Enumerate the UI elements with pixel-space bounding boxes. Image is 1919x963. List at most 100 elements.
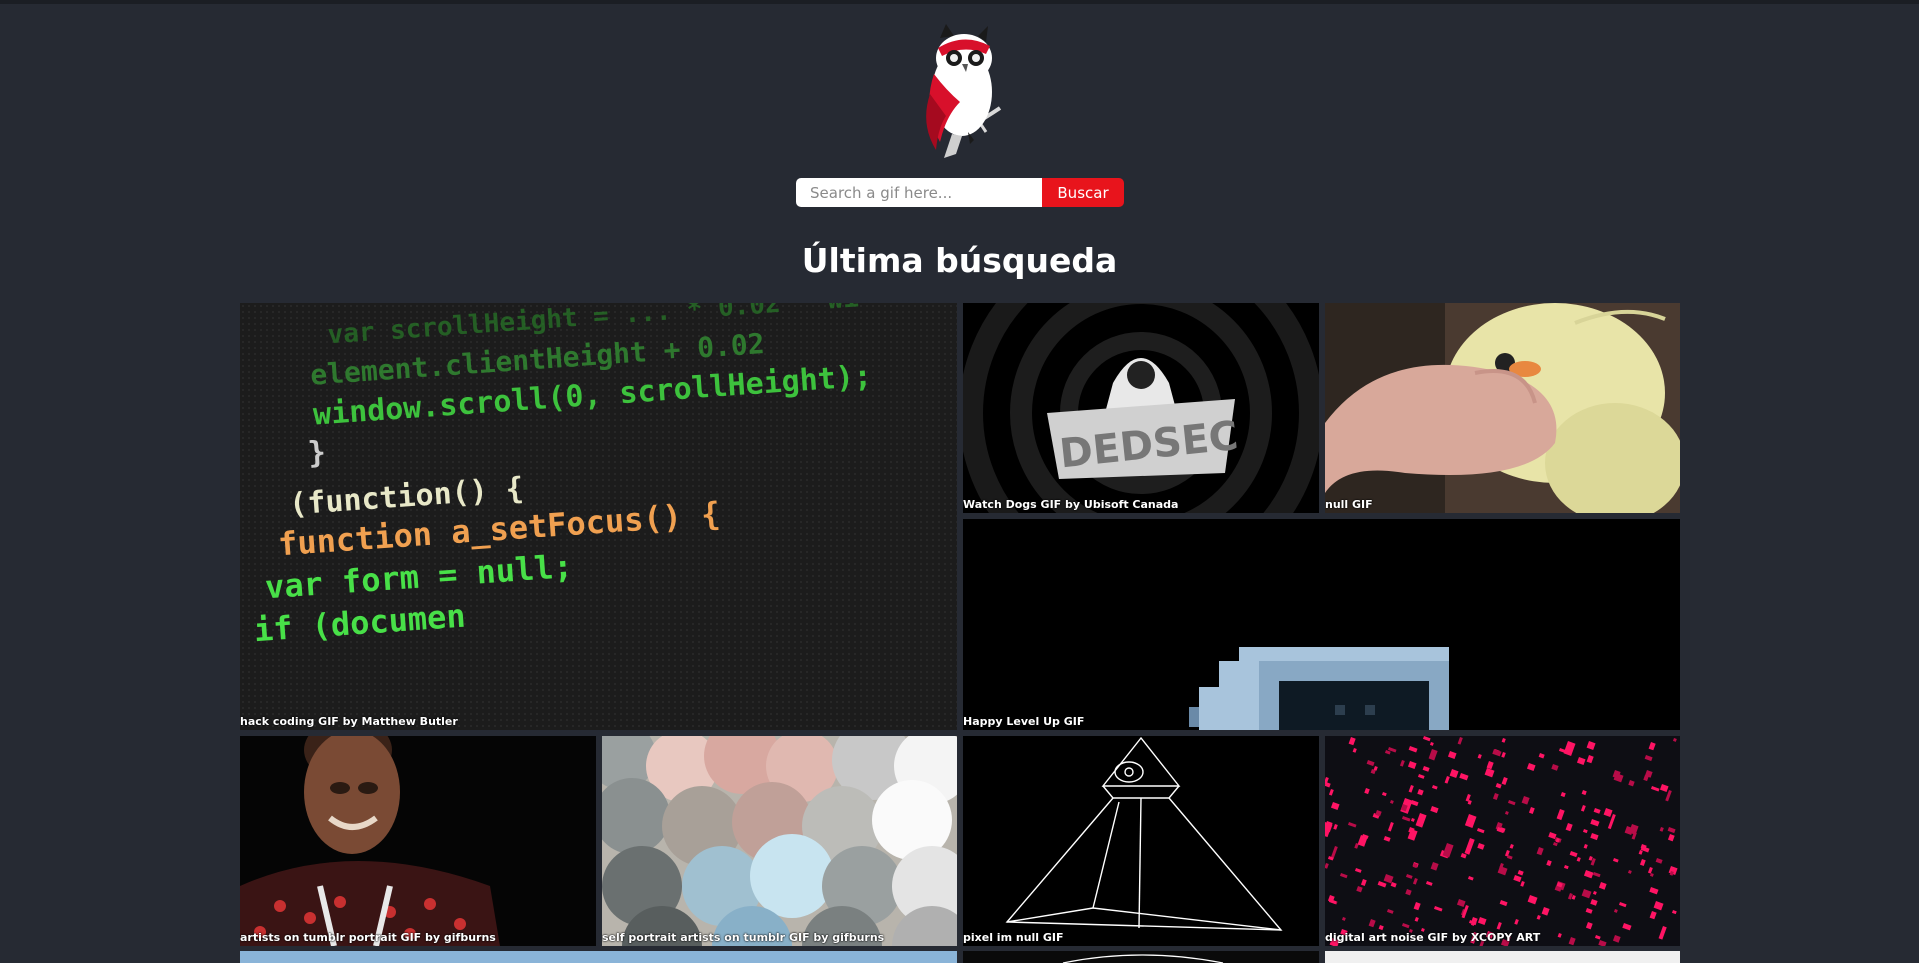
- gif-image: [1062, 954, 1224, 963]
- noise-mark: [1354, 868, 1362, 873]
- noise-mark: [1401, 923, 1410, 929]
- noise-mark: [1405, 874, 1413, 879]
- noise-mark: [1563, 865, 1569, 870]
- gif-tile[interactable]: self portrait artists on tumblr GIF by g…: [602, 736, 957, 946]
- noise-mark: [1560, 791, 1566, 798]
- noise-mark: [1460, 853, 1467, 859]
- noise-mark: [1377, 880, 1387, 888]
- noise-mark: [1593, 807, 1601, 814]
- search-input[interactable]: [796, 178, 1042, 207]
- gif-tile[interactable]: DEDSEC Watch Dogs GIF by Ubisoft Canada: [963, 303, 1319, 513]
- noise-mark: [1399, 760, 1405, 767]
- noise-mark: [1447, 751, 1457, 760]
- noise-mark: [1590, 898, 1598, 906]
- gif-tile[interactable]: null GIF: [1325, 303, 1680, 513]
- noise-mark: [1328, 789, 1334, 796]
- gif-tile[interactable]: digital art noise GIF by XCOPY ART: [1325, 736, 1680, 946]
- noise-mark: [1347, 822, 1357, 828]
- search-bar: Buscar: [796, 178, 1124, 207]
- gif-tile[interactable]: [963, 951, 1319, 963]
- noise-mark: [1580, 805, 1586, 812]
- noise-mark: [1576, 757, 1586, 766]
- noise-mark: [1653, 901, 1664, 911]
- gif-tile[interactable]: Happy Level Up GIF: [963, 519, 1680, 730]
- gif-tile[interactable]: artists on tumblr portrait GIF by gifbur…: [240, 736, 596, 946]
- noise-mark: [1521, 796, 1530, 805]
- gif-image: [1005, 736, 1283, 931]
- noise-mark: [1612, 857, 1619, 863]
- noise-mark: [1383, 874, 1394, 884]
- noise-mark: [1650, 786, 1660, 792]
- noise-mark: [1425, 881, 1433, 886]
- noise-mark: [1658, 926, 1667, 940]
- noise-mark: [1583, 870, 1594, 879]
- noise-mark: [1598, 882, 1607, 890]
- noise-mark: [1330, 802, 1340, 811]
- gif-image: [1189, 647, 1449, 730]
- noise-mark: [1442, 842, 1454, 858]
- noise-mark: [1501, 737, 1506, 743]
- noise-mark: [1422, 736, 1431, 742]
- noise-mark: [1339, 873, 1348, 879]
- noise-mark: [1581, 889, 1592, 899]
- noise-mark: [1464, 838, 1475, 855]
- noise-mark: [1386, 909, 1394, 914]
- gif-title: Watch Dogs GIF by Ubisoft Canada: [963, 498, 1179, 511]
- noise-mark: [1414, 917, 1419, 922]
- noise-mark: [1341, 917, 1346, 921]
- page-title: Última búsqueda: [801, 241, 1118, 280]
- noise-mark: [1585, 907, 1593, 914]
- noise-mark: [1457, 737, 1463, 745]
- noise-mark: [1590, 819, 1600, 827]
- noise-mark: [1582, 829, 1588, 834]
- noise-mark: [1639, 859, 1646, 867]
- noise-mark: [1405, 889, 1412, 896]
- noise-mark: [1628, 780, 1635, 787]
- noise-mark: [1538, 753, 1545, 759]
- noise-mark: [1459, 773, 1469, 781]
- noise-mark: [1569, 851, 1578, 858]
- gif-title: Happy Level Up GIF: [963, 715, 1085, 728]
- noise-mark: [1655, 858, 1663, 864]
- noise-mark: [1565, 823, 1573, 832]
- gif-tile[interactable]: pixel im null GIF: [963, 736, 1319, 946]
- noise-mark: [1381, 792, 1387, 797]
- noise-mark: [1387, 822, 1394, 832]
- noise-mark: [1467, 876, 1474, 881]
- noise-mark: [1383, 835, 1391, 842]
- noise-mark: [1649, 911, 1657, 920]
- gif-tile[interactable]: var scrollHeight = ... * 0.02 * wi eleme…: [240, 303, 957, 730]
- noise-mark: [1428, 748, 1438, 761]
- search-button[interactable]: Buscar: [1042, 178, 1124, 207]
- noise-mark: [1672, 738, 1677, 742]
- noise-mark: [1408, 745, 1418, 753]
- noise-mark: [1456, 899, 1466, 908]
- gif-tile[interactable]: [1325, 951, 1680, 963]
- noise-mark: [1644, 755, 1653, 762]
- noise-mark: [1551, 764, 1559, 771]
- noise-mark: [1389, 800, 1394, 804]
- owl-logo-icon: [926, 24, 1002, 158]
- noise-mark: [1410, 818, 1415, 822]
- gif-title: hack coding GIF by Matthew Butler: [240, 715, 458, 728]
- noise-mark: [1586, 755, 1594, 764]
- noise-mark: [1366, 760, 1375, 767]
- code-line: }: [307, 435, 327, 471]
- gif-title: digital art noise GIF by XCOPY ART: [1325, 931, 1541, 944]
- noise-mark: [1671, 910, 1677, 915]
- noise-mark: [1588, 855, 1593, 861]
- noise-mark: [1430, 806, 1439, 814]
- noise-mark: [1390, 882, 1397, 888]
- noise-mark: [1649, 887, 1659, 895]
- noise-mark: [1501, 777, 1508, 785]
- gif-image: [602, 736, 957, 946]
- noise-mark: [1449, 769, 1459, 778]
- gif-tile[interactable]: [240, 951, 957, 963]
- noise-mark: [1513, 875, 1522, 883]
- noise-mark: [1590, 833, 1599, 841]
- noise-mark: [1430, 862, 1439, 871]
- top-bar: [0, 0, 1919, 4]
- noise-mark: [1413, 902, 1421, 911]
- noise-mark: [1514, 919, 1519, 925]
- gif-image: DEDSEC: [963, 303, 1319, 513]
